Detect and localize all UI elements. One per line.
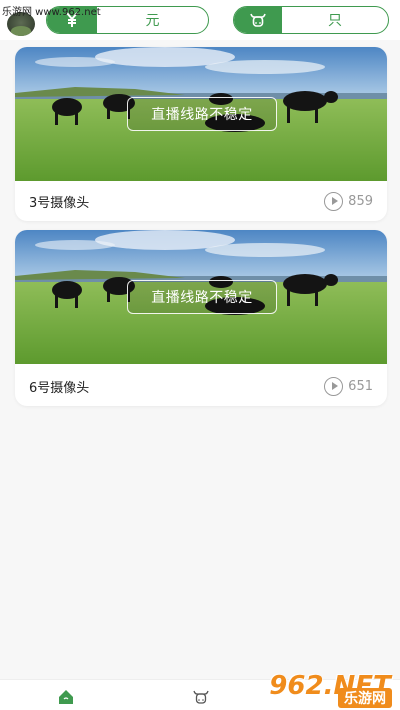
camera-name: 3号摄像头 bbox=[29, 195, 90, 211]
view-count-value: 651 bbox=[348, 378, 373, 394]
unit-label[interactable]: 只 bbox=[282, 7, 388, 33]
camera-card-footer: 3号摄像头 859 bbox=[15, 181, 387, 221]
watermark-text: 乐游网 www.962.net bbox=[2, 7, 101, 18]
watermark-sub-text: 乐游网 bbox=[338, 688, 392, 708]
camera-thumbnail[interactable]: 直播线路不稳定 bbox=[15, 230, 387, 364]
watermark-logo: 962.NET 乐游网 bbox=[260, 662, 400, 710]
live-status-button[interactable]: 直播线路不稳定 bbox=[127, 280, 277, 314]
camera-name: 6号摄像头 bbox=[29, 380, 90, 396]
live-status-button[interactable]: 直播线路不稳定 bbox=[127, 97, 277, 131]
unit-toggle[interactable]: 只 bbox=[233, 6, 389, 34]
view-count-value: 859 bbox=[348, 193, 373, 209]
cow-icon[interactable] bbox=[193, 689, 209, 705]
camera-thumbnail[interactable]: 直播线路不稳定 bbox=[15, 47, 387, 181]
view-count: 859 bbox=[324, 191, 373, 211]
camera-card[interactable]: 直播线路不稳定 6号摄像头 651 bbox=[15, 230, 387, 406]
home-icon[interactable] bbox=[58, 689, 74, 705]
camera-card-footer: 6号摄像头 651 bbox=[15, 366, 387, 406]
currency-label[interactable]: 元 bbox=[97, 7, 208, 33]
camera-card[interactable]: 直播线路不稳定 3号摄像头 859 bbox=[15, 47, 387, 221]
view-count: 651 bbox=[324, 376, 373, 396]
play-icon bbox=[324, 191, 344, 211]
play-icon bbox=[324, 376, 344, 396]
cow-icon[interactable] bbox=[234, 7, 282, 33]
